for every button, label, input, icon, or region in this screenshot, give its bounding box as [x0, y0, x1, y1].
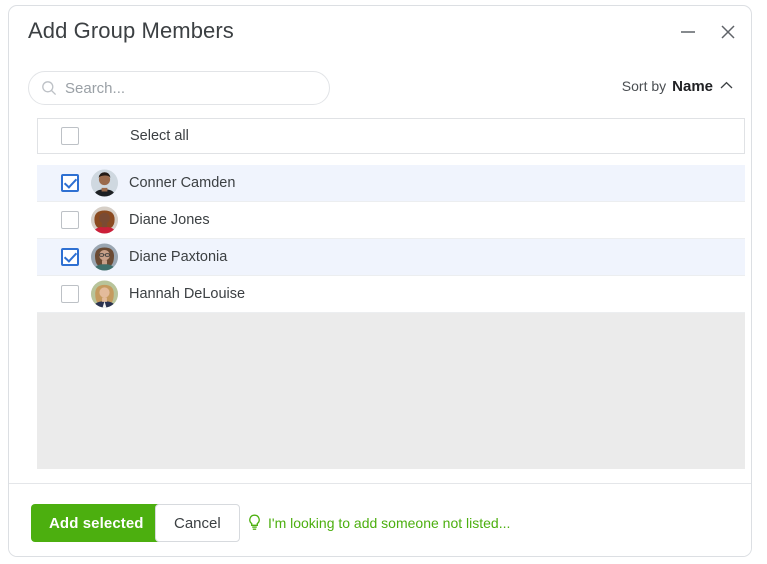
sort-by-label: Sort by	[621, 78, 667, 94]
avatar-hannah-delouise	[91, 280, 118, 308]
search-icon	[42, 81, 57, 96]
member-row[interactable]: Diane Jones	[37, 202, 745, 239]
select-all-checkbox[interactable]	[61, 127, 79, 145]
member-checkbox[interactable]	[61, 211, 79, 229]
close-button[interactable]	[713, 17, 743, 47]
avatar-diane-jones	[91, 206, 118, 234]
member-name: Diane Paxtonia	[129, 249, 228, 265]
close-icon	[721, 25, 735, 39]
avatar-conner-camden	[91, 169, 118, 197]
lightbulb-icon	[249, 514, 260, 530]
member-checkbox[interactable]	[61, 248, 79, 266]
search-box[interactable]	[28, 71, 330, 105]
cancel-button[interactable]: Cancel	[155, 504, 240, 542]
member-list: Conner Camden Diane Jones Diane Paxtonia	[37, 165, 745, 313]
add-someone-not-listed-link[interactable]: I'm looking to add someone not listed...	[247, 514, 510, 531]
member-checkbox[interactable]	[61, 285, 79, 303]
member-row[interactable]: Diane Paxtonia	[37, 239, 745, 276]
dialog-titlebar: Add Group Members	[9, 6, 751, 58]
add-selected-button[interactable]: Add selected	[31, 504, 162, 542]
page-title: Add Group Members	[28, 18, 234, 43]
member-row[interactable]: Hannah DeLouise	[37, 276, 745, 313]
sort-by-value: Name	[672, 78, 713, 95]
member-name: Diane Jones	[129, 212, 210, 228]
member-name: Conner Camden	[129, 175, 236, 191]
sort-by-control[interactable]: Sort by Name	[622, 78, 733, 95]
avatar-diane-paxtonia	[91, 243, 118, 271]
member-name: Hannah DeLouise	[129, 286, 246, 302]
empty-list-area	[37, 313, 745, 469]
member-checkbox[interactable]	[61, 174, 79, 192]
minimize-icon	[681, 31, 695, 33]
add-group-members-dialog: Add Group Members Sort by Name	[8, 5, 752, 557]
minimize-button[interactable]	[673, 17, 703, 47]
member-row[interactable]: Conner Camden	[37, 165, 745, 202]
search-toolbar: Sort by Name	[9, 64, 751, 110]
dialog-footer: Add selected Cancel I'm looking to add s…	[9, 484, 751, 556]
select-all-row[interactable]: Select all	[37, 118, 745, 154]
hint-label: I'm looking to add someone not listed...	[268, 514, 511, 531]
search-input[interactable]	[65, 79, 305, 97]
select-all-label: Select all	[130, 128, 189, 144]
chevron-up-icon	[720, 77, 733, 93]
